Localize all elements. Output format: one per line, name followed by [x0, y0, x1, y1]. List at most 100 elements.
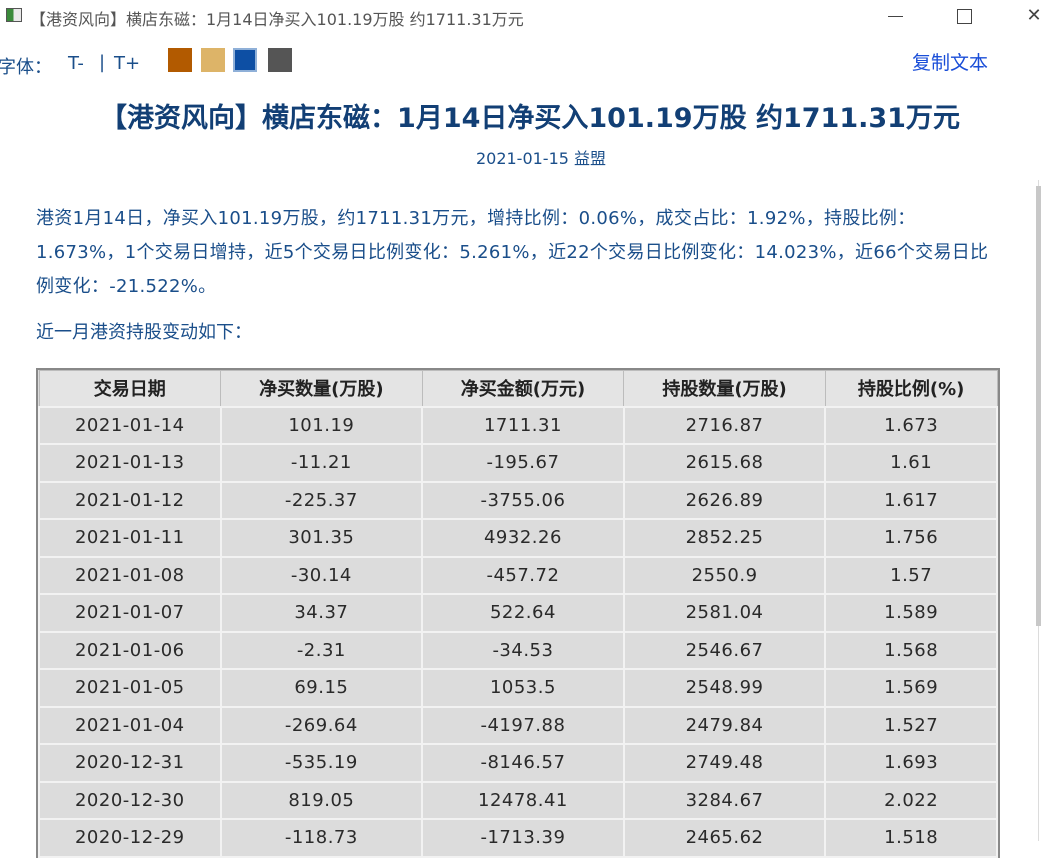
table-subheading: 近一月港资持股变动如下： [36, 322, 252, 343]
table-row: 2021-01-14 101.19 1711.31 2716.87 1.673 [38, 405, 998, 445]
cell-net-buy-amount: -195.67 [421, 443, 625, 483]
header-trade-date: 交易日期 [38, 370, 222, 407]
table-row: 2021-01-06 -2.31 -34.53 2546.67 1.568 [38, 630, 998, 670]
copy-text-link[interactable]: 复制文本 [912, 48, 988, 75]
app-icon [6, 8, 22, 22]
table-row: 2020-12-29 -118.73 -1713.39 2465.62 1.518 [38, 818, 998, 858]
cell-holding-qty: 2546.67 [622, 630, 827, 670]
window-title: 【港资风向】横店东磁：1月14日净买入101.19万股 约1711.31万元 [30, 10, 524, 29]
cell-holding-qty: 2852.25 [622, 518, 827, 558]
cell-holding-ratio: 1.518 [824, 818, 998, 858]
header-net-buy-qty: 净买数量(万股) [220, 370, 423, 407]
cell-holding-ratio: 1.57 [824, 555, 998, 595]
cell-trade-date: 2020-12-31 [38, 743, 222, 783]
cell-net-buy-qty: -30.14 [219, 555, 424, 595]
table-row: 2021-01-13 -11.21 -195.67 2615.68 1.61 [38, 443, 998, 483]
cell-holding-ratio: 1.693 [824, 743, 998, 783]
cell-net-buy-qty: -535.19 [219, 743, 424, 783]
cell-holding-qty: 2548.99 [622, 668, 827, 708]
cell-holding-qty: 2550.9 [622, 555, 827, 595]
cell-net-buy-amount: 522.64 [421, 593, 625, 633]
cell-trade-date: 2021-01-07 [38, 593, 222, 633]
table-row: 2021-01-04 -269.64 -4197.88 2479.84 1.527 [38, 705, 998, 745]
cell-holding-qty: 3284.67 [622, 780, 827, 820]
table-row: 2020-12-31 -535.19 -8146.57 2749.48 1.693 [38, 743, 998, 783]
cell-net-buy-qty: 34.37 [219, 593, 424, 633]
cell-holding-ratio: 1.569 [824, 668, 998, 708]
cell-holding-ratio: 1.673 [824, 405, 998, 445]
reader-toolbar: 字体： T- | T+ 复制文本 [0, 48, 1042, 78]
article-summary: 港资1月14日，净买入101.19万股，约1711.31万元，增持比例：0.06… [36, 208, 989, 297]
table-row: 2021-01-05 69.15 1053.5 2548.99 1.569 [38, 668, 998, 708]
cell-net-buy-qty: 819.05 [219, 780, 424, 820]
cell-trade-date: 2021-01-05 [38, 668, 222, 708]
table-row: 2021-01-11 301.35 4932.26 2852.25 1.756 [38, 518, 998, 558]
cell-trade-date: 2021-01-12 [38, 480, 222, 520]
article-title: 【港资风向】横店东磁：1月14日净买入101.19万股 约1711.31万元 [100, 103, 960, 134]
cell-trade-date: 2021-01-04 [38, 705, 222, 745]
cell-trade-date: 2021-01-08 [38, 555, 222, 595]
cell-net-buy-qty: -269.64 [219, 705, 424, 745]
table-body: 2021-01-14 101.19 1711.31 2716.87 1.673 2021-… [38, 405, 998, 858]
table-header-row: 交易日期 净买数量(万股) 净买金额(万元) 持股数量(万股) 持股比例(%) [38, 370, 998, 407]
table-row: 2020-12-30 819.05 12478.41 3284.67 2.022 [38, 780, 998, 820]
cell-holding-qty: 2749.48 [622, 743, 827, 783]
cell-holding-qty: 2581.04 [622, 593, 827, 633]
cell-holding-qty: 2465.62 [622, 818, 827, 858]
scrollbar-thumb[interactable] [1036, 186, 1041, 626]
cell-holding-ratio: 1.568 [824, 630, 998, 670]
cell-net-buy-qty: 101.19 [219, 405, 424, 445]
cell-holding-qty: 2479.84 [622, 705, 827, 745]
font-size-label: 字体： [0, 57, 52, 78]
header-holding-qty: 持股数量(万股) [623, 370, 826, 407]
cell-net-buy-amount: -4197.88 [421, 705, 625, 745]
cell-net-buy-amount: 1711.31 [421, 405, 625, 445]
cell-trade-date: 2021-01-11 [38, 518, 222, 558]
cell-net-buy-qty: 301.35 [219, 518, 424, 558]
font-separator: | [99, 52, 106, 73]
font-decrease-button[interactable]: T- [68, 53, 84, 74]
cell-net-buy-amount: -8146.57 [421, 743, 625, 783]
holdings-table: 交易日期 净买数量(万股) 净买金额(万元) 持股数量(万股) 持股比例(%) … [36, 368, 1000, 858]
cell-holding-qty: 2716.87 [622, 405, 827, 445]
cell-holding-ratio: 2.022 [824, 780, 998, 820]
cell-net-buy-qty: -11.21 [219, 443, 424, 483]
cell-net-buy-amount: -1713.39 [421, 818, 625, 858]
cell-net-buy-amount: 4932.26 [421, 518, 625, 558]
cell-holding-qty: 2615.68 [622, 443, 827, 483]
table-row: 2021-01-12 -225.37 -3755.06 2626.89 1.617 [38, 480, 998, 520]
theme-swatch-gray[interactable] [268, 48, 292, 72]
theme-swatch-brown[interactable] [168, 48, 192, 72]
window-titlebar: 【港资风向】横店东磁：1月14日净买入101.19万股 约1711.31万元 ✕ [0, 0, 1042, 32]
close-icon[interactable]: ✕ [1022, 4, 1042, 28]
cell-net-buy-amount: -3755.06 [421, 480, 625, 520]
cell-trade-date: 2020-12-29 [38, 818, 222, 858]
cell-net-buy-qty: -2.31 [219, 630, 424, 670]
cell-net-buy-amount: -34.53 [421, 630, 625, 670]
theme-swatch-tan[interactable] [201, 48, 225, 72]
cell-holding-ratio: 1.589 [824, 593, 998, 633]
cell-trade-date: 2021-01-14 [38, 405, 222, 445]
cell-holding-ratio: 1.527 [824, 705, 998, 745]
cell-holding-ratio: 1.617 [824, 480, 998, 520]
article-meta: 2021-01-15 益盟 [475, 149, 607, 168]
table-row: 2021-01-08 -30.14 -457.72 2550.9 1.57 [38, 555, 998, 595]
cell-net-buy-qty: -118.73 [219, 818, 424, 858]
font-increase-button[interactable]: T+ [114, 53, 140, 74]
table-row: 2021-01-07 34.37 522.64 2581.04 1.589 [38, 593, 998, 633]
cell-net-buy-amount: 1053.5 [421, 668, 625, 708]
header-net-buy-amount: 净买金额(万元) [421, 370, 625, 407]
cell-net-buy-qty: 69.15 [219, 668, 424, 708]
header-holding-ratio: 持股比例(%) [824, 370, 998, 407]
cell-trade-date: 2020-12-30 [38, 780, 222, 820]
cell-holding-ratio: 1.61 [824, 443, 998, 483]
cell-net-buy-qty: -225.37 [219, 480, 424, 520]
cell-holding-qty: 2626.89 [622, 480, 827, 520]
cell-net-buy-amount: -457.72 [421, 555, 625, 595]
theme-swatch-blue[interactable] [233, 48, 257, 72]
cell-net-buy-amount: 12478.41 [421, 780, 625, 820]
minimize-icon[interactable] [884, 4, 908, 28]
maximize-icon[interactable] [952, 4, 976, 28]
cell-trade-date: 2021-01-06 [38, 630, 222, 670]
cell-trade-date: 2021-01-13 [38, 443, 222, 483]
